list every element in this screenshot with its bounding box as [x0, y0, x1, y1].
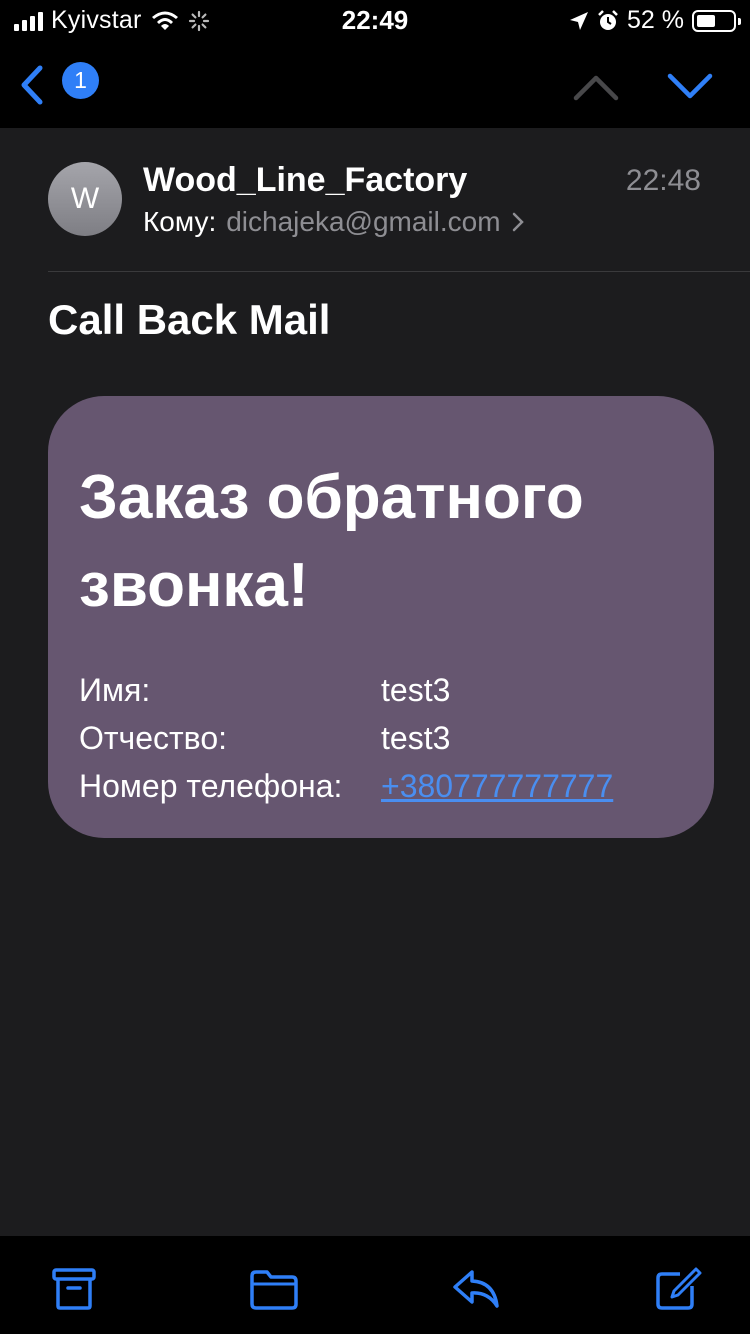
- archive-icon[interactable]: [50, 1266, 98, 1312]
- unread-count-badge[interactable]: 1: [62, 62, 99, 99]
- nav-bar: 1: [0, 40, 750, 128]
- field-row-name: Имя: test3: [79, 666, 613, 714]
- to-email[interactable]: dichajeka@gmail.com: [226, 206, 500, 238]
- card-title: Заказ обратного звонка!: [79, 463, 584, 620]
- folder-icon[interactable]: [250, 1266, 298, 1312]
- field-label: Отчество:: [79, 719, 227, 756]
- recipient-row[interactable]: Кому: dichajeka@gmail.com: [143, 206, 525, 238]
- avatar[interactable]: W: [48, 162, 122, 236]
- message-subject: Call Back Mail: [48, 296, 331, 343]
- location-arrow-icon: [570, 11, 589, 30]
- field-label: Имя:: [79, 671, 151, 708]
- sent-time: 22:48: [625, 164, 701, 197]
- chevron-left-icon[interactable]: [14, 62, 54, 108]
- chevron-right-icon[interactable]: [511, 211, 525, 233]
- field-value: test3: [381, 671, 451, 708]
- chevron-up-icon[interactable]: [572, 70, 620, 102]
- mail-screen: Kyivstar 22:49 52 % 1 W Wood_Line_Factor…: [0, 0, 750, 1334]
- status-bar: Kyivstar 22:49 52 %: [0, 0, 750, 40]
- field-row-patronymic: Отчество: test3: [79, 714, 613, 762]
- status-right: 52 %: [569, 6, 741, 35]
- to-label: Кому:: [143, 206, 217, 237]
- alarm-icon: [598, 9, 618, 30]
- chevron-down-icon[interactable]: [666, 70, 714, 102]
- message-header: W Wood_Line_Factory 22:48 Кому: dichajek…: [0, 128, 750, 272]
- phone-link[interactable]: +380777777777: [381, 768, 613, 805]
- field-value: test3: [381, 719, 451, 756]
- field-label: Номер телефона:: [79, 767, 343, 804]
- compose-icon[interactable]: [654, 1266, 702, 1312]
- battery-percent: 52 %: [627, 6, 684, 34]
- callback-card: Заказ обратного звонка! Имя: test3 Отчес…: [48, 396, 714, 838]
- header-divider: [48, 271, 750, 272]
- field-list: Имя: test3 Отчество: test3 Номер телефон…: [79, 666, 613, 810]
- reply-icon[interactable]: [452, 1266, 500, 1312]
- bottom-toolbar: [0, 1236, 750, 1334]
- sender-name[interactable]: Wood_Line_Factory: [143, 161, 467, 200]
- field-row-phone: Номер телефона: +380777777777: [79, 762, 613, 810]
- battery-icon: [692, 9, 741, 32]
